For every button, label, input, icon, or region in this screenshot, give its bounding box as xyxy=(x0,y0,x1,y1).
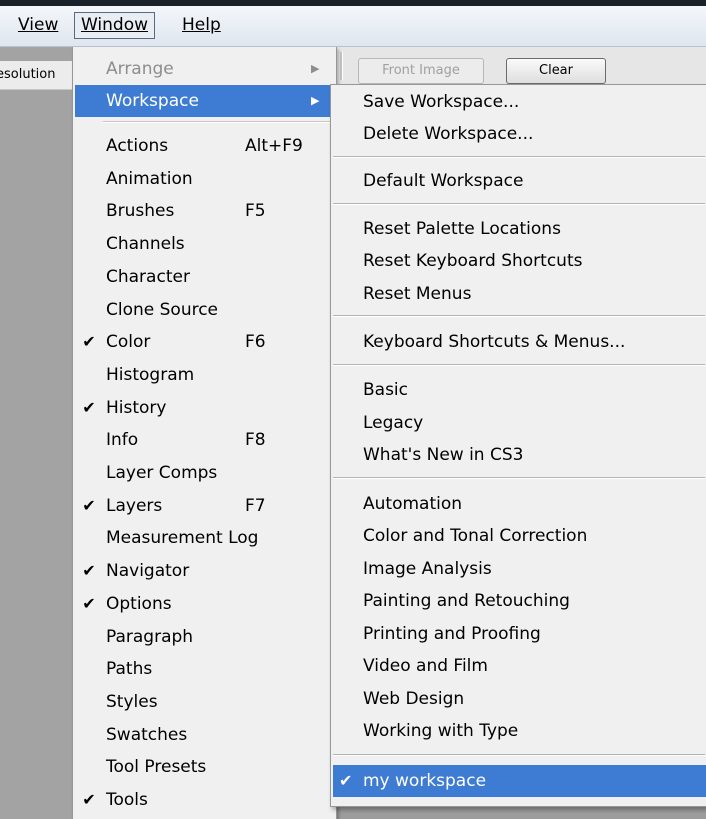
menu-item-default-workspace[interactable]: Default Workspace xyxy=(333,165,706,197)
options-divider xyxy=(340,52,343,80)
menu-item-video-film[interactable]: Video and Film xyxy=(333,650,706,682)
menu-view[interactable]: View xyxy=(13,12,63,39)
menu-item-label: Animation xyxy=(106,169,193,189)
menu-item-color[interactable]: ✔ Color F6 xyxy=(75,326,334,358)
submenu-arrow-icon: ▶ xyxy=(311,94,320,107)
menu-separator xyxy=(103,121,331,123)
menu-item-label: Clone Source xyxy=(106,300,219,320)
menu-item-reset-palette-locations[interactable]: Reset Palette Locations xyxy=(333,213,706,245)
menu-item-tools[interactable]: ✔ Tools xyxy=(75,784,334,816)
menu-item-styles[interactable]: Styles xyxy=(75,686,334,718)
menu-item-basic[interactable]: Basic xyxy=(333,374,706,406)
menu-item-shortcut: F5 xyxy=(245,201,266,221)
menu-item-label: Actions xyxy=(106,136,169,156)
menu-item-automation[interactable]: Automation xyxy=(333,488,706,520)
menu-item-label: Paragraph xyxy=(106,627,194,647)
menu-item-legacy[interactable]: Legacy xyxy=(333,407,706,439)
menu-item-channels[interactable]: Channels xyxy=(75,228,334,260)
menu-item-label: Layer Comps xyxy=(106,463,218,483)
menu-item-keyboard-shortcuts-menus[interactable]: Keyboard Shortcuts & Menus... xyxy=(333,326,706,358)
menu-item-label: Character xyxy=(106,267,190,287)
menu-item-label: Tools xyxy=(106,790,148,810)
menu-item-measurement-log[interactable]: Measurement Log xyxy=(75,522,334,554)
checkmark-icon: ✔ xyxy=(82,790,96,809)
menu-item-paragraph[interactable]: Paragraph xyxy=(75,621,334,653)
resolution-label: esolution xyxy=(0,61,72,90)
menu-item-label: Channels xyxy=(106,234,185,254)
workspace-submenu: Save Workspace... Delete Workspace... De… xyxy=(330,84,706,807)
menu-item-label: History xyxy=(106,398,167,418)
checkmark-icon: ✔ xyxy=(82,594,96,613)
menu-item-arrange[interactable]: Arrange ▶ xyxy=(75,53,334,85)
menu-window[interactable]: Window xyxy=(74,12,156,39)
checkmark-icon: ✔ xyxy=(82,332,96,351)
menu-item-label: Layers xyxy=(106,496,163,516)
menu-item-label: Info xyxy=(106,430,139,450)
submenu-arrow-icon: ▶ xyxy=(311,62,320,75)
menu-item-label: Styles xyxy=(106,692,158,712)
menu-item-layer-comps[interactable]: Layer Comps xyxy=(75,457,334,489)
menu-item-save-workspace[interactable]: Save Workspace... xyxy=(333,86,706,118)
menu-item-painting-retouching[interactable]: Painting and Retouching xyxy=(333,585,706,617)
menu-help[interactable]: Help xyxy=(177,12,226,39)
menu-item-delete-workspace[interactable]: Delete Workspace... xyxy=(333,118,706,150)
menu-item-whats-new-cs3[interactable]: What's New in CS3 xyxy=(333,439,706,471)
app-background-left: esolution xyxy=(0,47,72,819)
front-image-button[interactable]: Front Image xyxy=(358,58,484,84)
menu-item-workspace[interactable]: Workspace ▶ xyxy=(75,85,334,117)
menu-item-label: Workspace xyxy=(106,91,199,111)
menu-item-my-workspace[interactable]: ✔ my workspace xyxy=(333,765,706,797)
menu-item-reset-menus[interactable]: Reset Menus xyxy=(333,278,706,310)
checkmark-icon: ✔ xyxy=(339,771,353,790)
menu-item-working-with-type[interactable]: Working with Type xyxy=(333,715,706,747)
menu-item-navigator[interactable]: ✔ Navigator xyxy=(75,555,334,587)
menu-separator xyxy=(333,477,705,479)
menu-item-label: Measurement Log xyxy=(106,528,259,548)
menu-item-printing-proofing[interactable]: Printing and Proofing xyxy=(333,618,706,650)
menu-item-animation[interactable]: Animation xyxy=(75,163,334,195)
menu-item-label: Arrange xyxy=(106,59,174,79)
menu-item-label: Navigator xyxy=(106,561,190,581)
menu-item-history[interactable]: ✔ History xyxy=(75,392,334,424)
clear-button[interactable]: Clear xyxy=(506,58,606,84)
menu-item-info[interactable]: Info F8 xyxy=(75,424,334,456)
menu-item-shortcut: Alt+F9 xyxy=(245,136,303,156)
menu-separator xyxy=(333,156,705,158)
menu-item-actions[interactable]: Actions Alt+F9 xyxy=(75,130,334,162)
checkmark-icon: ✔ xyxy=(82,496,96,515)
menu-item-options[interactable]: ✔ Options xyxy=(75,588,334,620)
menu-item-shortcut: F7 xyxy=(245,496,266,516)
menu-item-shortcut: F8 xyxy=(245,430,266,450)
menu-item-clone-source[interactable]: Clone Source xyxy=(75,294,334,326)
menu-item-swatches[interactable]: Swatches xyxy=(75,719,334,751)
menu-item-image-analysis[interactable]: Image Analysis xyxy=(333,553,706,585)
menu-item-reset-keyboard-shortcuts[interactable]: Reset Keyboard Shortcuts xyxy=(333,245,706,277)
menu-item-layers[interactable]: ✔ Layers F7 xyxy=(75,490,334,522)
menu-item-label: Color xyxy=(106,332,151,352)
menu-item-shortcut: F6 xyxy=(245,332,266,352)
checkmark-icon: ✔ xyxy=(82,561,96,580)
menu-item-label: Brushes xyxy=(106,201,175,221)
menu-item-label: Tool Presets xyxy=(106,757,207,777)
menu-item-paths[interactable]: Paths xyxy=(75,653,334,685)
menu-separator xyxy=(333,315,705,317)
window-menu: Arrange ▶ Workspace ▶ Actions Alt+F9 Anima… xyxy=(72,47,337,819)
menu-separator xyxy=(333,203,705,205)
menu-separator xyxy=(333,754,705,756)
menu-item-label: Swatches xyxy=(106,725,188,745)
menu-item-web-design[interactable]: Web Design xyxy=(333,683,706,715)
menu-item-label: Paths xyxy=(106,659,153,679)
checkmark-icon: ✔ xyxy=(82,398,96,417)
menu-bar: View Window Help xyxy=(0,6,706,47)
menu-item-label: Histogram xyxy=(106,365,195,385)
menu-item-label: Options xyxy=(106,594,172,614)
menu-item-character[interactable]: Character xyxy=(75,261,334,293)
menu-separator xyxy=(333,364,705,366)
menu-item-tool-presets[interactable]: Tool Presets xyxy=(75,751,334,783)
menu-item-histogram[interactable]: Histogram xyxy=(75,359,334,391)
menu-item-color-tonal-correction[interactable]: Color and Tonal Correction xyxy=(333,520,706,552)
menu-item-brushes[interactable]: Brushes F5 xyxy=(75,195,334,227)
